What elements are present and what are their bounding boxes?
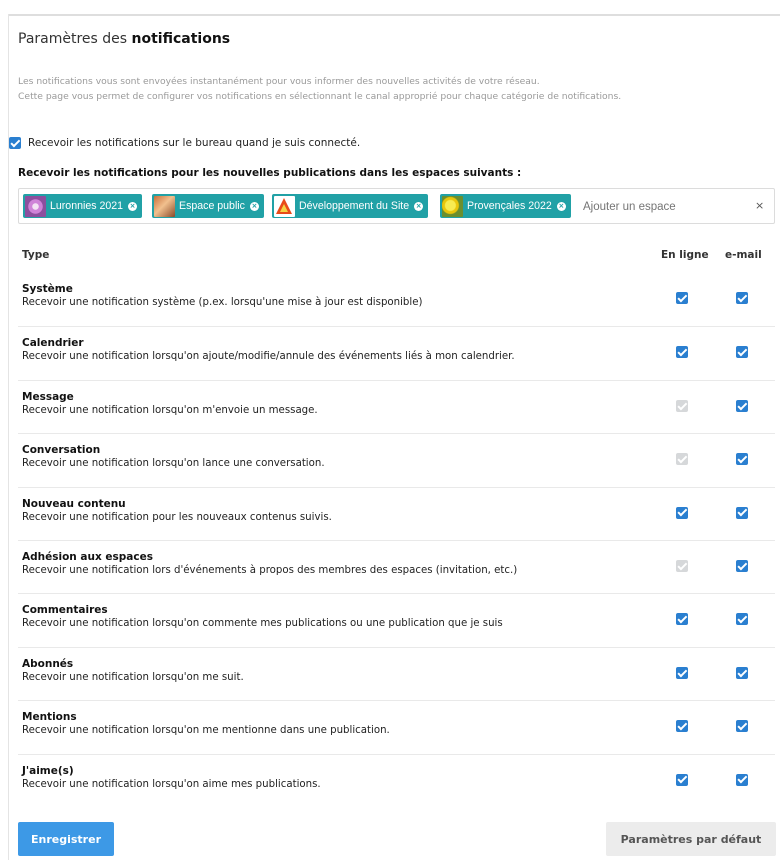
add-space-input[interactable]: [583, 201, 743, 213]
notification-type-description: Recevoir une notification lorsqu'on ajou…: [22, 351, 515, 363]
notification-type-name: Adhésion aux espaces: [22, 551, 153, 563]
default-settings-button[interactable]: Paramètres par défaut: [606, 822, 776, 856]
email-notification-checkbox[interactable]: [736, 666, 748, 679]
email-notification-checkbox[interactable]: [736, 292, 748, 304]
web-notification-checkbox[interactable]: [676, 666, 688, 679]
yellow-flower-image-icon: [442, 195, 463, 217]
panel-top-border: [8, 14, 780, 16]
web-notification-checkbox: [676, 399, 688, 412]
email-notification-checkbox[interactable]: [736, 346, 748, 359]
intro-line-1: Les notifications vous sont envoyées ins…: [18, 76, 540, 87]
space-tag-label: Luronnies 2021: [50, 200, 124, 212]
spaces-section-title: Recevoir les notifications pour les nouv…: [18, 167, 522, 179]
space-picker[interactable]: Luronnies 2021 × Espace public × Dévelop…: [18, 188, 775, 224]
email-notification-checkbox[interactable]: [736, 506, 748, 519]
notification-type-name: Calendrier: [22, 337, 84, 350]
email-notification-checkbox[interactable]: [736, 720, 748, 733]
flower-image-icon: [25, 195, 46, 217]
desktop-notifications-option[interactable]: Recevoir les notifications sur le bureau…: [9, 137, 360, 149]
web-notification-checkbox[interactable]: [676, 720, 688, 733]
notification-type-description: Recevoir une notification système (p.ex.…: [22, 297, 423, 308]
desktop-notifications-checkbox[interactable]: [9, 137, 21, 149]
save-button[interactable]: Enregistrer: [18, 822, 114, 856]
web-notification-checkbox[interactable]: [676, 346, 688, 359]
email-notification-checkbox[interactable]: [736, 613, 748, 626]
remove-tag-icon[interactable]: ×: [414, 201, 424, 211]
notification-type-name: J'aime(s): [22, 764, 74, 777]
notification-type-name: Message: [22, 390, 74, 403]
web-notification-checkbox[interactable]: [676, 506, 688, 519]
web-notification-checkbox[interactable]: [676, 292, 688, 304]
clear-spaces-icon[interactable]: ×: [755, 199, 764, 212]
notification-row: Nouveau contenu Recevoir une notification…: [18, 486, 775, 541]
intro-line-2: Cette page vous permet de configurer vos…: [18, 91, 622, 102]
notification-type-description: Recevoir une notification lorsqu'on me m…: [22, 725, 390, 737]
notification-row: Conversation Recevoir une notification lo…: [18, 433, 775, 487]
email-notification-checkbox[interactable]: [736, 399, 748, 412]
notification-type-name: Conversation: [22, 444, 101, 457]
email-notification-checkbox[interactable]: [736, 773, 748, 786]
notification-type-name: Système: [22, 283, 73, 295]
notification-row: Message Recevoir une notification lorsqu'…: [18, 379, 775, 434]
notification-type-description: Recevoir une notification lorsqu'on aime…: [22, 778, 321, 790]
web-notification-checkbox[interactable]: [676, 613, 688, 626]
column-header-web: En ligne: [661, 249, 709, 261]
page-title: Paramètres des notifications: [18, 31, 231, 47]
notification-type-description: Recevoir une notification lorsqu'on me s…: [22, 671, 244, 683]
notification-type-description: Recevoir une notification lorsqu'on lanc…: [22, 458, 325, 470]
notification-row: Système Recevoir une notification système…: [18, 273, 775, 327]
email-notification-checkbox[interactable]: [736, 560, 748, 572]
space-tag-label: Espace public: [179, 200, 245, 212]
column-header-email: e-mail: [725, 249, 762, 261]
notification-row: J'aime(s) Recevoir une notification lorsq…: [18, 753, 775, 808]
email-notification-checkbox[interactable]: [736, 453, 748, 466]
construction-warning-image-icon: [274, 195, 295, 217]
notification-type-name: Commentaires: [22, 604, 108, 617]
space-tag-label: Provençales 2022: [467, 200, 552, 212]
notification-type-description: Recevoir une notification pour les nouve…: [22, 511, 332, 523]
desktop-notifications-label: Recevoir les notifications sur le bureau…: [28, 137, 361, 149]
notification-row: Calendrier Recevoir une notification lors…: [18, 326, 775, 380]
brown-abstract-image-icon: [154, 195, 175, 217]
remove-tag-icon[interactable]: ×: [128, 201, 138, 211]
notification-type-description: Recevoir une notification lorsqu'on comm…: [22, 618, 503, 630]
space-tag-provencales-2022[interactable]: Provençales 2022 ×: [440, 194, 571, 218]
column-header-type: Type: [22, 249, 50, 261]
notification-type-description: Recevoir une notification lors d'événeme…: [22, 565, 518, 576]
space-tag-label: Développement du Site: [299, 200, 410, 212]
notification-type-description: Recevoir une notification lorsqu'on m'en…: [22, 404, 318, 416]
space-tag-luronnies-2021[interactable]: Luronnies 2021 ×: [23, 194, 143, 218]
web-notification-checkbox: [676, 560, 688, 572]
notification-row: Mentions Recevoir une notification lorsqu…: [18, 700, 775, 754]
notification-row: Adhésion aux espaces Recevoir une notific…: [18, 540, 775, 594]
notification-type-name: Abonnés: [22, 657, 74, 670]
remove-tag-icon[interactable]: ×: [249, 201, 259, 211]
remove-tag-icon[interactable]: ×: [556, 201, 566, 211]
intro-text: Les notifications vous sont envoyées ins…: [18, 74, 621, 104]
web-notification-checkbox[interactable]: [676, 773, 688, 786]
web-notification-checkbox: [676, 453, 688, 466]
notification-row: Abonnés Recevoir une notification lorsqu'…: [18, 646, 775, 701]
notification-row: Commentaires Recevoir une notification lo…: [18, 593, 775, 647]
space-tag-espace-public[interactable]: Espace public ×: [152, 194, 264, 218]
notification-type-name: Nouveau contenu: [22, 497, 126, 510]
space-tag-developpement-du-site[interactable]: Développement du Site ×: [272, 194, 429, 218]
notification-type-name: Mentions: [22, 711, 77, 724]
